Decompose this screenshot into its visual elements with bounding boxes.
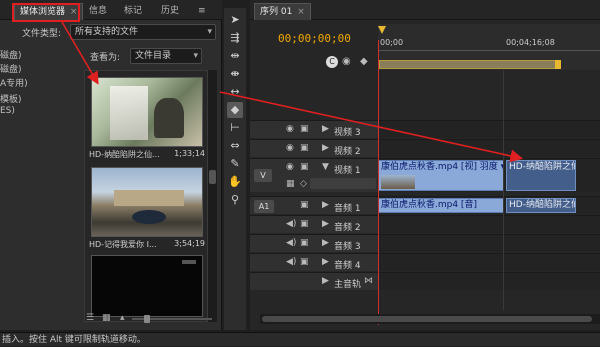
annotation-arrow [219, 91, 524, 163]
annotation-arrow [61, 21, 99, 85]
annotation-arrows [61, 21, 524, 163]
status-text: 插入。按住 Alt 键可限制轨道移动。 [2, 335, 146, 345]
status-bar: 插入。按住 Alt 键可限制轨道移动。 [0, 332, 600, 346]
